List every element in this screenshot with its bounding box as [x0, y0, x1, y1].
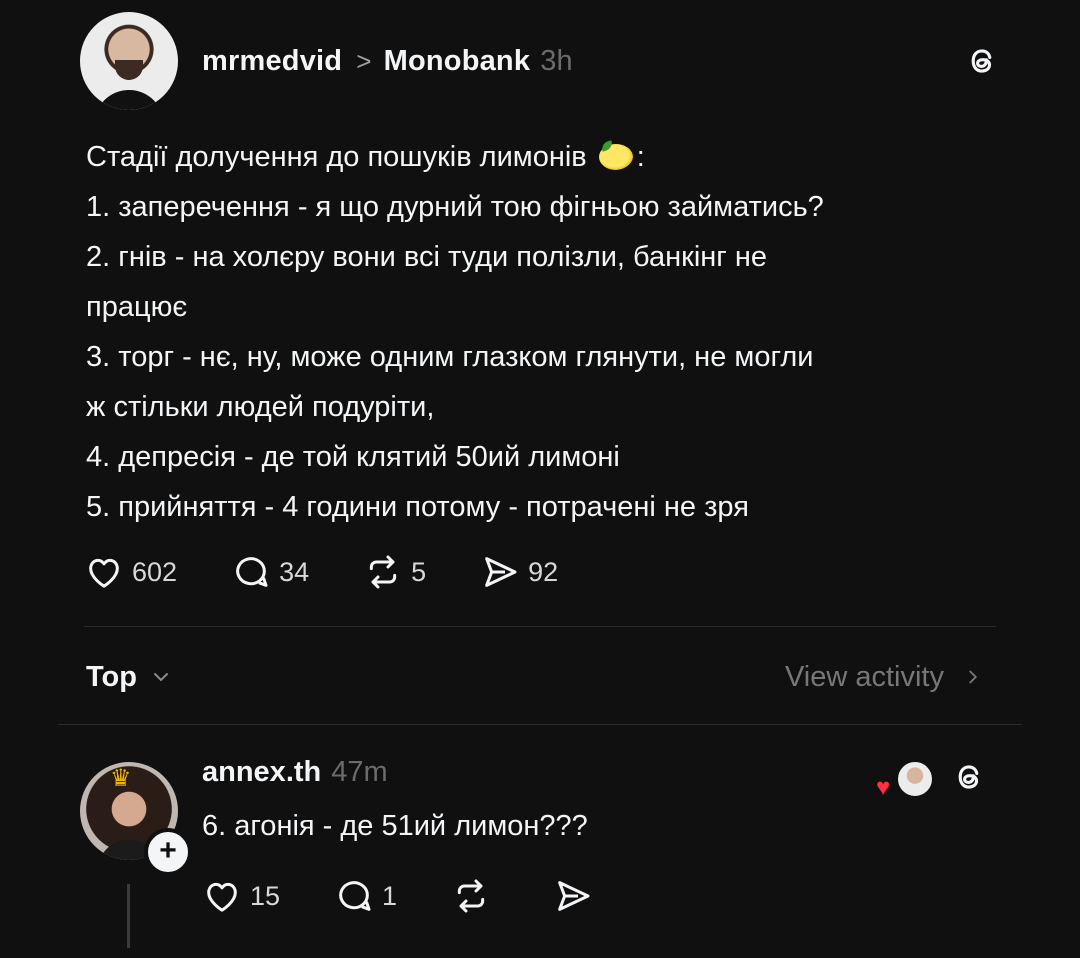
comment-button[interactable]: 34 [231, 552, 309, 592]
reply-like-button[interactable]: 15 [202, 876, 280, 916]
post-line-8: 5. прийняття - 4 години потому - потраче… [86, 491, 749, 523]
follow-plus-icon[interactable]: + [144, 828, 192, 876]
share-icon [485, 557, 517, 587]
liked-by-author-indicator: ♥ [876, 760, 936, 801]
comment-icon [236, 557, 268, 587]
liker-avatar [896, 760, 934, 798]
post-line-2: 1. заперечення - я що дурний тою фігньою… [86, 191, 824, 223]
view-activity-label: View activity [784, 660, 944, 693]
post-line-1: Стадії долучення до пошуків лимонів : [86, 141, 645, 173]
post-line-5: 3. торг - нє, ну, може одним глазком гля… [86, 341, 814, 373]
heart-icon [89, 558, 119, 588]
reply-share-button[interactable] [553, 876, 601, 916]
replies-sort-row: Top View activity [86, 652, 984, 702]
share-icon [558, 881, 590, 911]
thread-connector-line [127, 884, 130, 948]
view-activity-link[interactable]: View activity [785, 661, 984, 694]
reply-comment-button[interactable]: 1 [334, 876, 397, 916]
post-text: Стадії долучення до пошуків лимонів : 1.… [86, 132, 996, 532]
reply-username[interactable]: annex.th [202, 756, 321, 789]
post-line-7: 4. депресія - де той клятий 50ий лимоні [86, 441, 620, 473]
post-line-3: 2. гнів - на холєру вони всі туди полізл… [86, 241, 768, 273]
reply-comment-count: 1 [382, 880, 398, 911]
post-meta: mrmedvid > Monobank 3h [202, 45, 573, 78]
reply-actions: 15 1 [202, 876, 655, 916]
repost-button[interactable]: 5 [363, 552, 426, 592]
heart-filled-icon: ♥ [876, 774, 891, 801]
crown-emoji-icon: ♛ [110, 765, 132, 792]
threads-logo-icon[interactable] [952, 760, 988, 796]
post-time: 3h [540, 44, 573, 77]
post-line-4: працює [86, 291, 188, 323]
share-button[interactable]: 92 [480, 552, 558, 592]
author-username[interactable]: mrmedvid [202, 45, 342, 78]
reply-time: 47m [331, 756, 388, 788]
threads-logo-icon[interactable] [964, 43, 1000, 79]
like-count: 602 [132, 556, 178, 587]
reply-text: 6. агонія - де 51ий лимон??? [202, 810, 588, 842]
share-count: 92 [528, 556, 559, 587]
reply-like-count: 15 [250, 880, 281, 911]
sort-label: Top [86, 660, 137, 693]
chevron-down-icon [154, 673, 168, 682]
like-button[interactable]: 602 [84, 552, 177, 592]
reply-meta: annex.th 47m [202, 756, 388, 789]
reply-repost-button[interactable] [451, 876, 499, 916]
sort-dropdown[interactable]: Top [86, 661, 173, 694]
post-actions: 602 34 5 92 [84, 552, 612, 592]
community-name[interactable]: Monobank [384, 45, 531, 78]
repost-count: 5 [411, 556, 427, 587]
repost-icon [457, 879, 485, 913]
comment-icon [339, 881, 371, 911]
post-line-6: ж стільки людей подуріти, [86, 391, 435, 423]
divider [58, 724, 1022, 725]
lemon-emoji-icon [598, 144, 633, 170]
chevron-right-icon [969, 670, 978, 684]
comment-count: 34 [279, 556, 310, 587]
divider [84, 626, 996, 627]
chevron-right-icon: > [356, 45, 372, 76]
heart-icon [207, 882, 237, 912]
post-header: mrmedvid > Monobank 3h [80, 12, 1000, 110]
repost-icon [369, 555, 397, 589]
author-avatar[interactable] [80, 12, 178, 110]
thread-page: mrmedvid > Monobank 3h Стадії долучення … [0, 0, 1080, 958]
